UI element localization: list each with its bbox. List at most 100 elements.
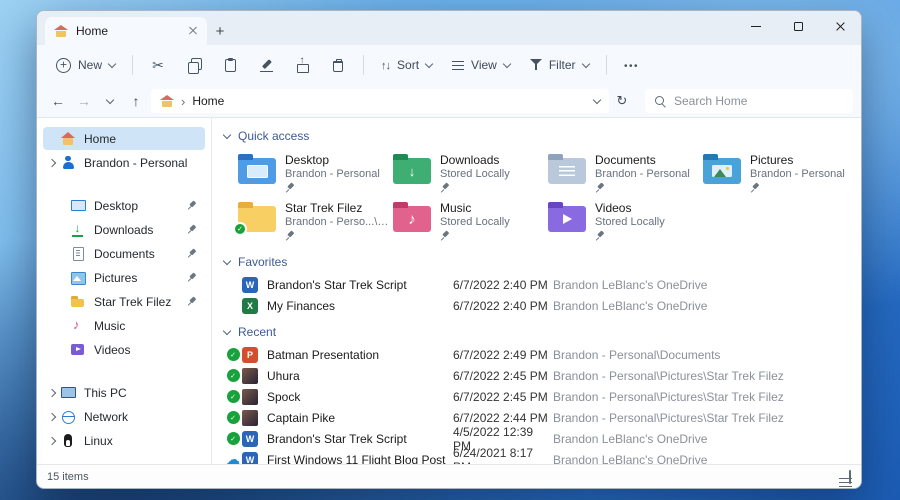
file-location: Brandon LeBlanc's OneDrive	[553, 432, 861, 446]
file-row[interactable]: Spock 6/7/2022 2:45 PM Brandon - Persona…	[224, 386, 861, 407]
sidebar-item[interactable]: Pictures	[43, 266, 205, 289]
new-icon	[56, 58, 71, 73]
filter-button[interactable]: Filter	[521, 52, 598, 78]
quick-access-tile[interactable]: Star Trek Filez Brandon - Perso...\Pictu…	[238, 198, 393, 246]
file-row[interactable]: My Finances 6/7/2022 2:40 PM Brandon LeB…	[224, 295, 861, 316]
back-button[interactable]	[45, 88, 71, 114]
search-input[interactable]	[674, 94, 844, 108]
sidebar-item-icon	[60, 132, 76, 146]
maximize-button[interactable]	[777, 11, 819, 42]
sidebar-item-label: Home	[84, 132, 116, 146]
see-more-icon	[624, 58, 639, 72]
collapse-chevron-icon[interactable]	[223, 326, 231, 334]
content-pane: Quick access Desktop Brandon - Person	[212, 118, 861, 464]
folder-icon	[393, 158, 431, 184]
row-status	[224, 432, 242, 445]
close-button[interactable]	[819, 11, 861, 42]
tile-text: Documents Brandon - Personal	[595, 150, 690, 193]
quick-access-tile[interactable]: Downloads Stored Locally	[393, 150, 548, 198]
large-icons-view-button[interactable]	[849, 471, 851, 483]
up-button[interactable]	[123, 88, 149, 114]
breadcrumb-item-home[interactable]: Home	[192, 94, 224, 108]
tab-home[interactable]: Home	[45, 17, 207, 45]
expand-chevron-icon[interactable]	[47, 436, 60, 446]
share-icon	[296, 59, 309, 72]
file-row[interactable]: Brandon's Star Trek Script 6/7/2022 2:40…	[224, 274, 861, 295]
tab-title: Home	[76, 24, 180, 38]
forward-button[interactable]	[71, 88, 97, 114]
minimize-button[interactable]	[735, 11, 777, 42]
quick-access-tile[interactable]: Documents Brandon - Personal	[548, 150, 703, 198]
file-date: 6/7/2022 2:40 PM	[453, 278, 553, 292]
sync-check-icon	[227, 411, 240, 424]
cut-button[interactable]	[141, 49, 175, 81]
recent-locations-button[interactable]	[97, 88, 123, 114]
home-icon	[160, 95, 174, 107]
new-button[interactable]: New	[47, 52, 124, 79]
rename-button[interactable]	[249, 49, 283, 81]
view-button[interactable]: View	[443, 52, 519, 78]
file-date: 6/7/2022 2:45 PM	[453, 369, 553, 383]
quick-access-tile[interactable]: Music Stored Locally	[393, 198, 548, 246]
sidebar-item[interactable]: Home	[43, 127, 205, 150]
sidebar-item-icon	[60, 386, 76, 400]
sidebar-item[interactable]: Brandon - Personal	[43, 151, 205, 174]
folder-location: Stored Locally	[440, 168, 510, 180]
sidebar-item-icon	[70, 199, 86, 213]
file-location: Brandon LeBlanc's OneDrive	[553, 278, 861, 292]
trash-icon	[333, 61, 343, 72]
sidebar-item[interactable]: Videos	[43, 338, 205, 361]
section-favorites-header[interactable]: Favorites	[224, 252, 861, 272]
sidebar-item[interactable]: This PC	[43, 381, 205, 404]
share-button[interactable]	[285, 49, 319, 81]
tile-text: Music Stored Locally	[440, 198, 510, 241]
expand-chevron-icon[interactable]	[47, 388, 60, 398]
new-tab-button[interactable]	[207, 18, 233, 44]
collapse-chevron-icon[interactable]	[223, 256, 231, 264]
file-row[interactable]: Batman Presentation 6/7/2022 2:49 PM Bra…	[224, 344, 861, 365]
row-status	[224, 411, 242, 424]
delete-button[interactable]	[321, 49, 355, 81]
section-quick-access-header[interactable]: Quick access	[224, 126, 861, 146]
sidebar-item-icon	[60, 410, 76, 424]
search-box[interactable]	[645, 89, 853, 113]
sidebar-item[interactable]: Documents	[43, 242, 205, 265]
sort-button[interactable]: Sort	[372, 52, 441, 78]
section-title: Favorites	[238, 255, 287, 269]
sidebar-item[interactable]: Desktop	[43, 194, 205, 217]
file-row[interactable]: Uhura 6/7/2022 2:45 PM Brandon - Persona…	[224, 365, 861, 386]
paste-button[interactable]	[213, 49, 247, 81]
see-more-button[interactable]	[615, 49, 649, 81]
sidebar-item[interactable]: Network	[43, 405, 205, 428]
breadcrumb[interactable]: Home	[151, 89, 609, 113]
sidebar-item[interactable]: Music	[43, 314, 205, 337]
sidebar-item[interactable]: Linux	[43, 429, 205, 452]
folder-icon	[393, 206, 431, 232]
quick-access-tile[interactable]: Pictures Brandon - Personal	[703, 150, 858, 198]
maximize-icon	[794, 22, 803, 31]
quick-access-tile[interactable]: Videos Stored Locally	[548, 198, 703, 246]
expand-chevron-icon[interactable]	[47, 158, 60, 168]
navigation-pane: Home Brandon - Personal Desktop	[37, 118, 212, 464]
expand-chevron-icon[interactable]	[47, 412, 60, 422]
folder-location: Brandon - Personal	[595, 168, 690, 180]
file-name: First Windows 11 Flight Blog Post	[267, 453, 453, 465]
address-dropdown-icon[interactable]	[593, 95, 601, 103]
cloud-status-icon	[226, 453, 240, 465]
file-date: 6/24/2021 8:17 PM	[453, 446, 553, 465]
command-toolbar: New Sort View Filter	[37, 45, 861, 85]
copy-button[interactable]	[177, 49, 211, 81]
file-row[interactable]: First Windows 11 Flight Blog Post 6/24/2…	[224, 449, 861, 464]
collapse-chevron-icon[interactable]	[223, 130, 231, 138]
sidebar-item-label: Pictures	[94, 271, 137, 285]
sidebar-item[interactable]: Star Trek Filez	[43, 290, 205, 313]
sidebar-item-icon	[70, 295, 86, 309]
section-recent-header[interactable]: Recent	[224, 322, 861, 342]
pin-icon	[187, 297, 197, 307]
tile-text: Desktop Brandon - Personal	[285, 150, 380, 193]
quick-access-tile[interactable]: Desktop Brandon - Personal	[238, 150, 393, 198]
sidebar-item[interactable]: Downloads	[43, 218, 205, 241]
tab-close-icon[interactable]	[188, 26, 198, 36]
refresh-button[interactable]	[609, 88, 635, 114]
sidebar-item-label: Music	[94, 319, 125, 333]
